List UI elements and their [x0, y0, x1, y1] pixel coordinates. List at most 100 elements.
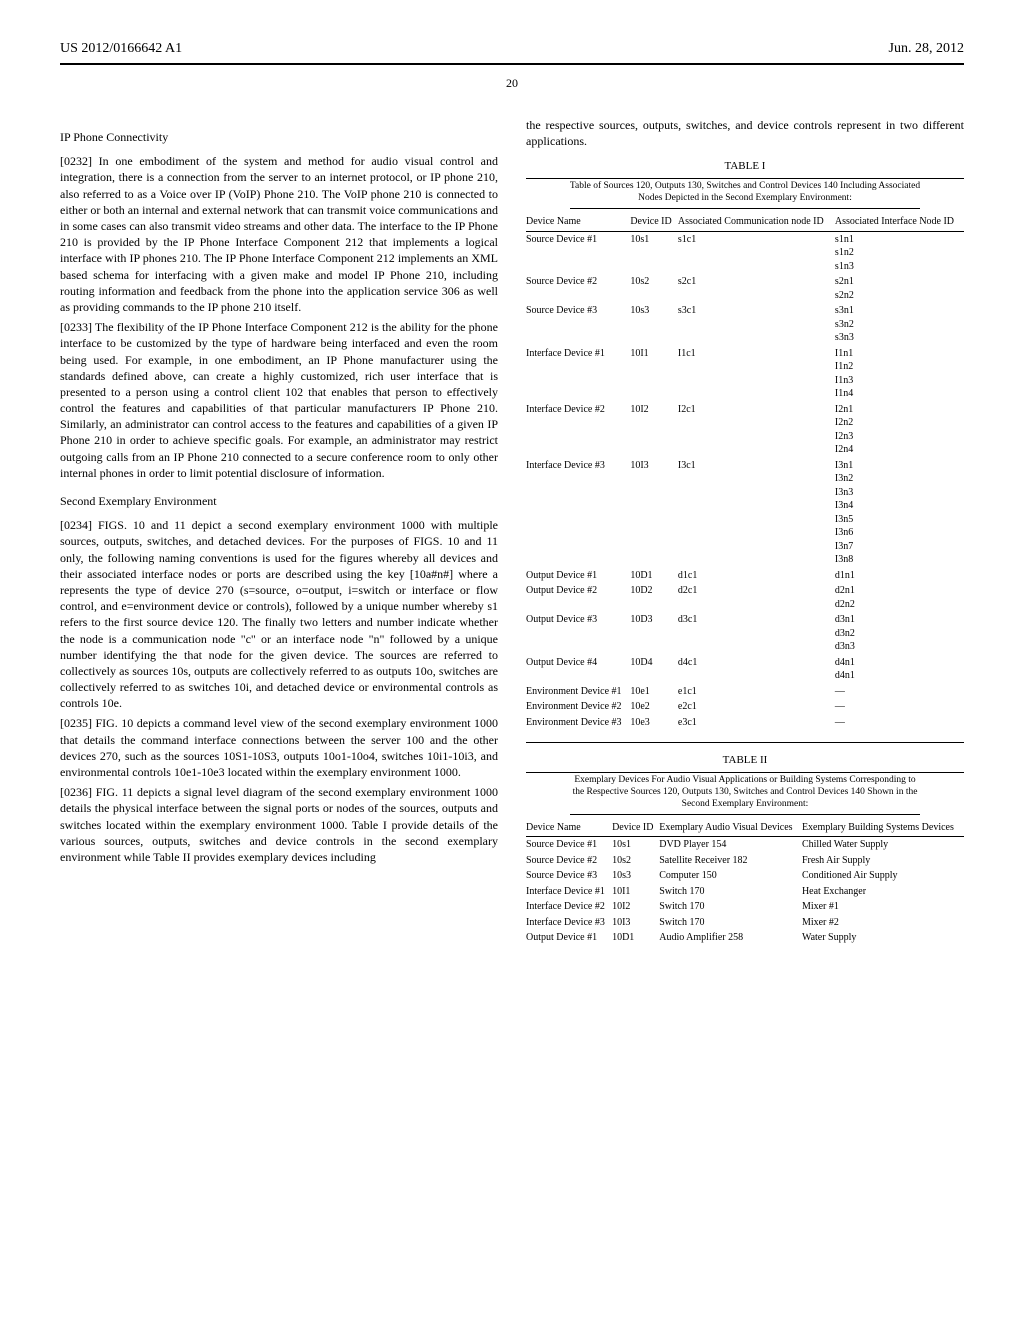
table-cell: Environment Device #3 — [526, 715, 630, 731]
table-cell: Environment Device #2 — [526, 699, 630, 715]
table-cell: e1c1 — [678, 684, 835, 700]
table-cell: 10I3 — [612, 915, 659, 931]
section-heading-ipphone: IP Phone Connectivity — [60, 129, 498, 145]
table-row: Output Device #110D1Audio Amplifier 258W… — [526, 930, 964, 946]
table-cell: Chilled Water Supply — [802, 837, 964, 853]
table-cell: 10s3 — [630, 303, 678, 346]
table-cell: s3n1 s3n2 s3n3 — [835, 303, 964, 346]
table-cell: Mixer #1 — [802, 899, 964, 915]
rule — [526, 772, 964, 773]
table-cell: 10s1 — [630, 231, 678, 274]
table-cell: I3c1 — [678, 458, 835, 568]
section-heading-second-env: Second Exemplary Environment — [60, 493, 498, 509]
table-cell: I2n1 I2n2 I2n3 I2n4 — [835, 402, 964, 458]
table-cell: e3c1 — [678, 715, 835, 731]
table-cell: 10e3 — [630, 715, 678, 731]
table-cell: e2c1 — [678, 699, 835, 715]
table-1-h3: Associated Interface Node ID — [835, 213, 964, 231]
table-cell: 10s2 — [612, 853, 659, 869]
table-cell: DVD Player 154 — [659, 837, 802, 853]
table-cell: s2n1 s2n2 — [835, 274, 964, 303]
table-cell: Source Device #1 — [526, 837, 612, 853]
table-cell: d3c1 — [678, 612, 835, 655]
table-cell: 10D1 — [612, 930, 659, 946]
table-row: Source Device #210s2Satellite Receiver 1… — [526, 853, 964, 869]
table-1-h2: Associated Communication node ID — [678, 213, 835, 231]
table-cell: Audio Amplifier 258 — [659, 930, 802, 946]
table-cell: Output Device #3 — [526, 612, 630, 655]
table-cell: 10I2 — [630, 402, 678, 458]
table-cell: 10s1 — [612, 837, 659, 853]
table-cell: 10s3 — [612, 868, 659, 884]
rule — [526, 178, 964, 179]
table-1-h0: Device Name — [526, 213, 630, 231]
page-header: US 2012/0166642 A1 Jun. 28, 2012 — [60, 40, 964, 65]
table-cell: Output Device #1 — [526, 930, 612, 946]
table-cell: 10I1 — [630, 346, 678, 402]
table-row: Interface Device #110I1I1c1I1n1 I1n2 I1n… — [526, 346, 964, 402]
table-cell: — — [835, 699, 964, 715]
table-cell: Conditioned Air Supply — [802, 868, 964, 884]
table-2-header-row: Device Name Device ID Exemplary Audio Vi… — [526, 819, 964, 837]
publication-number: US 2012/0166642 A1 — [60, 40, 182, 59]
table-cell: 10I1 — [612, 884, 659, 900]
table-row: Environment Device #110e1e1c1— — [526, 684, 964, 700]
table-cell: d4c1 — [678, 655, 835, 684]
table-row: Source Device #310s3Computer 150Conditio… — [526, 868, 964, 884]
table-cell: s3c1 — [678, 303, 835, 346]
left-column: IP Phone Connectivity [0232] In one embo… — [60, 117, 498, 957]
paragraph-0233: [0233] The flexibility of the IP Phone I… — [60, 319, 498, 481]
two-column-body: IP Phone Connectivity [0232] In one embo… — [60, 117, 964, 957]
table-cell: Satellite Receiver 182 — [659, 853, 802, 869]
table-row: Output Device #410D4d4c1d4n1 d4n1 — [526, 655, 964, 684]
table-cell: Output Device #2 — [526, 583, 630, 612]
table-cell: 10D2 — [630, 583, 678, 612]
table-row: Interface Device #210I2I2c1I2n1 I2n2 I2n… — [526, 402, 964, 458]
table-cell: I1c1 — [678, 346, 835, 402]
table-1-h1: Device ID — [630, 213, 678, 231]
table-cell: Mixer #2 — [802, 915, 964, 931]
table-cell: 10D1 — [630, 568, 678, 584]
table-1-header-row: Device Name Device ID Associated Communi… — [526, 213, 964, 231]
table-cell: — — [835, 684, 964, 700]
table-cell: I1n1 I1n2 I1n3 I1n4 — [835, 346, 964, 402]
table-cell: s1n1 s1n2 s1n3 — [835, 231, 964, 274]
table-cell: 10e2 — [630, 699, 678, 715]
table-row: Output Device #110D1d1c1d1n1 — [526, 568, 964, 584]
table-cell: 10e1 — [630, 684, 678, 700]
table-cell: 10D3 — [630, 612, 678, 655]
table-cell: d1c1 — [678, 568, 835, 584]
table-cell: Output Device #1 — [526, 568, 630, 584]
right-column: the respective sources, outputs, switche… — [526, 117, 964, 957]
table-cell: Heat Exchanger — [802, 884, 964, 900]
table-cell: Interface Device #3 — [526, 915, 612, 931]
table-cell: I2c1 — [678, 402, 835, 458]
table-cell: Source Device #2 — [526, 853, 612, 869]
table-cell: — — [835, 715, 964, 731]
paragraph-0235: [0235] FIG. 10 depicts a command level v… — [60, 715, 498, 780]
table-cell: 10I2 — [612, 899, 659, 915]
table-2-caption: Exemplary Devices For Audio Visual Appli… — [570, 775, 920, 815]
table-cell: Source Device #3 — [526, 868, 612, 884]
table-cell: Interface Device #1 — [526, 884, 612, 900]
table-row: Environment Device #310e3e3c1— — [526, 715, 964, 731]
table-row: Output Device #310D3d3c1d3n1 d3n2 d3n3 — [526, 612, 964, 655]
table-cell: s2c1 — [678, 274, 835, 303]
table-cell: d4n1 d4n1 — [835, 655, 964, 684]
table-row: Interface Device #310I3I3c1I3n1 I3n2 I3n… — [526, 458, 964, 568]
table-cell: Environment Device #1 — [526, 684, 630, 700]
table-row: Environment Device #210e2e2c1— — [526, 699, 964, 715]
table-row: Interface Device #210I2Switch 170Mixer #… — [526, 899, 964, 915]
table-cell: d2n1 d2n2 — [835, 583, 964, 612]
table-cell: Interface Device #2 — [526, 899, 612, 915]
table-row: Source Device #210s2s2c1s2n1 s2n2 — [526, 274, 964, 303]
table-cell: 10s2 — [630, 274, 678, 303]
table-row: Interface Device #110I1Switch 170Heat Ex… — [526, 884, 964, 900]
table-2-h3: Exemplary Building Systems Devices — [802, 819, 964, 837]
table-2-h0: Device Name — [526, 819, 612, 837]
table-row: Output Device #210D2d2c1d2n1 d2n2 — [526, 583, 964, 612]
table-cell: Interface Device #3 — [526, 458, 630, 568]
publication-date: Jun. 28, 2012 — [889, 40, 964, 59]
paragraph-0236: [0236] FIG. 11 depicts a signal level di… — [60, 784, 498, 865]
table-cell: Switch 170 — [659, 884, 802, 900]
